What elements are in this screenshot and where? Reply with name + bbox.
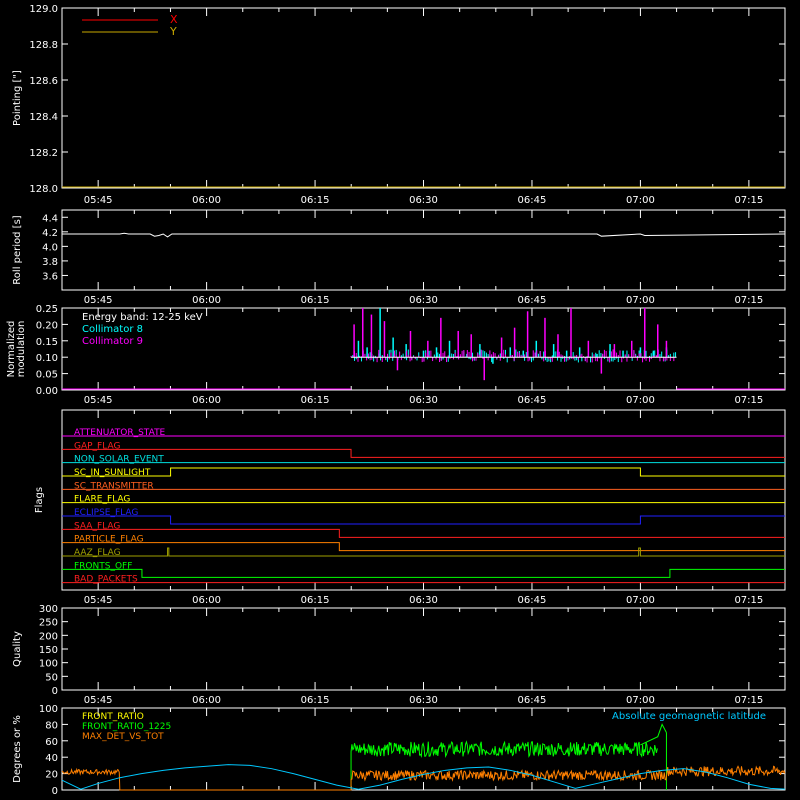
flags-time-label: 07:15 [734, 595, 763, 606]
quality-time-label: 07:15 [734, 695, 763, 706]
roll-time-label: 05:45 [84, 295, 113, 306]
modulation-time-label: 06:15 [301, 395, 330, 406]
modulation-ytick-label: 0.10 [36, 353, 58, 364]
modulation-ytick-label: 0.00 [36, 386, 58, 397]
rhessi-quicklook-figure: 05:45 06:00 06:15 06:30 06:45 07:00 07:15 128.0… [0, 0, 800, 800]
degrees-legend: MAX_DET_VS_TOT [82, 732, 164, 742]
quality-ylabel: Quality [12, 631, 23, 667]
modulation-legend: Energy band: 12-25 keV [82, 312, 203, 323]
modulation-time-label: 05:45 [84, 395, 113, 406]
quality-ytick-label: 250 [39, 618, 58, 629]
quality-ytick-label: 150 [39, 645, 58, 656]
roll-ytick-label: 4.4 [42, 213, 58, 224]
flags-time-label: 05:45 [84, 595, 113, 606]
degrees-ytick-label: 40 [45, 753, 58, 764]
roll-ytick-label: 4.0 [42, 242, 58, 253]
pointing-time-label: 06:45 [518, 195, 547, 206]
pointing-time-label: 07:00 [626, 195, 655, 206]
modulation-time-label: 06:30 [409, 395, 438, 406]
pointing-time-label: 05:45 [84, 195, 113, 206]
modulation-ytick-label: 0.15 [36, 337, 58, 348]
flags-time-label: 07:00 [626, 595, 655, 606]
pointing-time-label: 06:30 [409, 195, 438, 206]
modulation-ytick-label: 0.05 [36, 370, 58, 381]
quality-ytick-label: 100 [39, 659, 58, 670]
quality-ytick-label: 0 [52, 686, 58, 697]
degrees-ytick-label: 20 [45, 770, 58, 781]
pointing-ytick-label: 128.2 [29, 148, 58, 159]
roll-ytick-label: 3.8 [42, 257, 58, 268]
roll-ylabel: Roll period [s] [12, 215, 23, 284]
modulation-time-label: 06:45 [518, 395, 547, 406]
quality-time-label: 06:00 [192, 695, 221, 706]
quality-ytick-label: 50 [45, 672, 58, 683]
pointing-ytick-label: 128.0 [29, 184, 58, 195]
modulation-legend: Collimator 9 [82, 336, 143, 347]
pointing-ylabel: Pointing ["] [12, 70, 23, 126]
roll-time-label: 06:45 [518, 295, 547, 306]
roll-time-label: 07:15 [734, 295, 763, 306]
quality-time-label: 06:15 [301, 695, 330, 706]
modulation-time-label: 07:00 [626, 395, 655, 406]
pointing-ytick-label: 128.6 [29, 76, 58, 87]
roll-time-label: 06:00 [192, 295, 221, 306]
degrees-legend: FRONT_RATIO_1225 [82, 722, 171, 732]
pointing-legend-label: Y [169, 25, 177, 38]
pointing-ytick-label: 129.0 [29, 4, 58, 15]
degrees-ytick-label: 60 [45, 737, 58, 748]
figure-background [0, 0, 800, 800]
modulation-legend: Collimator 8 [82, 324, 143, 335]
degrees-ytick-label: 80 [45, 720, 58, 731]
roll-time-label: 06:15 [301, 295, 330, 306]
quality-ytick-label: 200 [39, 631, 58, 642]
roll-ytick-label: 4.2 [42, 228, 58, 239]
flags-time-label: 06:45 [518, 595, 547, 606]
flags-ylabel: Flags [34, 487, 45, 513]
quality-time-label: 05:45 [84, 695, 113, 706]
roll-time-label: 06:30 [409, 295, 438, 306]
roll-ytick-label: 3.6 [42, 271, 58, 282]
roll-time-label: 07:00 [626, 295, 655, 306]
degrees-legend: Absolute geomagnetic latitude [612, 711, 766, 722]
pointing-time-label: 06:00 [192, 195, 221, 206]
quality-time-label: 07:00 [626, 695, 655, 706]
degrees-ylabel: Degrees or % [12, 715, 23, 783]
quality-time-label: 06:30 [409, 695, 438, 706]
modulation-ytick-label: 0.20 [36, 320, 58, 331]
flags-time-label: 06:15 [301, 595, 330, 606]
pointing-time-label: 06:15 [301, 195, 330, 206]
modulation-time-label: 07:15 [734, 395, 763, 406]
pointing-time-label: 07:15 [734, 195, 763, 206]
pointing-ytick-label: 128.8 [29, 40, 58, 51]
degrees-ytick-label: 100 [39, 704, 58, 715]
flags-time-label: 06:30 [409, 595, 438, 606]
flags-time-label: 06:00 [192, 595, 221, 606]
modulation-ytick-label: 0.25 [36, 304, 58, 315]
quality-ytick-label: 300 [39, 604, 58, 615]
degrees-ytick-label: 0 [52, 786, 58, 797]
modulation-time-label: 06:00 [192, 395, 221, 406]
degrees-legend: FRONT_RATIO [82, 712, 144, 722]
quality-time-label: 06:45 [518, 695, 547, 706]
pointing-ytick-label: 128.4 [29, 112, 58, 123]
modulation-ylabel: modulation [16, 321, 27, 378]
